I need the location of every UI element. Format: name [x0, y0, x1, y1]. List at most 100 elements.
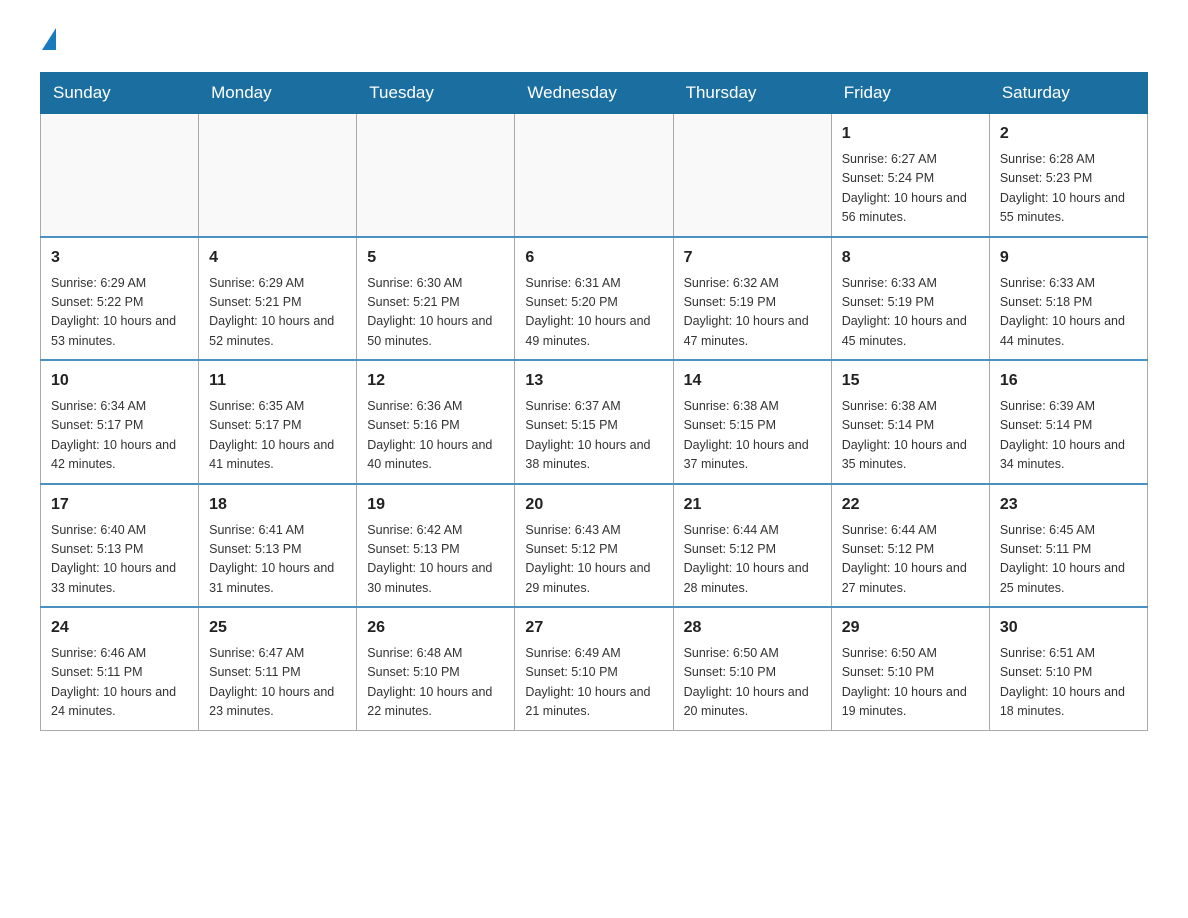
- day-number: 1: [842, 122, 979, 146]
- calendar-cell: [41, 114, 199, 237]
- day-info: Sunrise: 6:45 AMSunset: 5:11 PMDaylight:…: [1000, 521, 1137, 599]
- day-number: 19: [367, 493, 504, 517]
- calendar-cell: 13 Sunrise: 6:37 AMSunset: 5:15 PMDayligh…: [515, 360, 673, 484]
- calendar-cell: 29Sunrise: 6:50 AMSunset: 5:10 PMDayligh…: [831, 607, 989, 730]
- day-info: Sunrise: 6:27 AMSunset: 5:24 PMDaylight:…: [842, 150, 979, 228]
- day-info: Sunrise: 6:35 AMSunset: 5:17 PMDaylight:…: [209, 397, 346, 475]
- day-number: 21: [684, 493, 821, 517]
- calendar-week-row: 1 Sunrise: 6:27 AMSunset: 5:24 PMDaylight…: [41, 114, 1148, 237]
- day-number: 11: [209, 369, 346, 393]
- calendar-cell: 28 Sunrise: 6:50 AMSunset: 5:10 PMDayligh…: [673, 607, 831, 730]
- calendar-week-row: 17 Sunrise: 6:40 AMSunset: 5:13 PMDayligh…: [41, 484, 1148, 608]
- calendar-cell: 25 Sunrise: 6:47 AMSunset: 5:11 PMDayligh…: [199, 607, 357, 730]
- logo: [40, 30, 56, 52]
- calendar-cell: 2 Sunrise: 6:28 AMSunset: 5:23 PMDaylight…: [989, 114, 1147, 237]
- calendar-cell: 7 Sunrise: 6:32 AMSunset: 5:19 PMDaylight…: [673, 237, 831, 361]
- day-number: 22: [842, 493, 979, 517]
- day-number: 15: [842, 369, 979, 393]
- day-info: Sunrise: 6:49 AMSunset: 5:10 PMDaylight:…: [525, 644, 662, 722]
- weekday-header-sunday: Sunday: [41, 73, 199, 114]
- day-number: 14: [684, 369, 821, 393]
- day-info: Sunrise: 6:32 AMSunset: 5:19 PMDaylight:…: [684, 274, 821, 352]
- calendar-cell: [673, 114, 831, 237]
- day-info: Sunrise: 6:36 AMSunset: 5:16 PMDaylight:…: [367, 397, 504, 475]
- day-number: 10: [51, 369, 188, 393]
- calendar-cell: 8 Sunrise: 6:33 AMSunset: 5:19 PMDaylight…: [831, 237, 989, 361]
- day-info: Sunrise: 6:47 AMSunset: 5:11 PMDaylight:…: [209, 644, 346, 722]
- calendar-week-row: 3 Sunrise: 6:29 AMSunset: 5:22 PMDaylight…: [41, 237, 1148, 361]
- day-number: 8: [842, 246, 979, 270]
- weekday-header-wednesday: Wednesday: [515, 73, 673, 114]
- logo-triangle-icon: [42, 28, 56, 50]
- day-info: Sunrise: 6:44 AMSunset: 5:12 PMDaylight:…: [684, 521, 821, 599]
- calendar-cell: 24 Sunrise: 6:46 AMSunset: 5:11 PMDayligh…: [41, 607, 199, 730]
- day-info: Sunrise: 6:29 AMSunset: 5:21 PMDaylight:…: [209, 274, 346, 352]
- weekday-header-saturday: Saturday: [989, 73, 1147, 114]
- day-info: Sunrise: 6:39 AMSunset: 5:14 PMDaylight:…: [1000, 397, 1137, 475]
- calendar-cell: 19Sunrise: 6:42 AMSunset: 5:13 PMDayligh…: [357, 484, 515, 608]
- calendar-cell: 5Sunrise: 6:30 AMSunset: 5:21 PMDaylight…: [357, 237, 515, 361]
- calendar-table: SundayMondayTuesdayWednesdayThursdayFrid…: [40, 72, 1148, 731]
- calendar-cell: 26 Sunrise: 6:48 AMSunset: 5:10 PMDayligh…: [357, 607, 515, 730]
- day-number: 12: [367, 369, 504, 393]
- day-number: 3: [51, 246, 188, 270]
- calendar-cell: 11 Sunrise: 6:35 AMSunset: 5:17 PMDayligh…: [199, 360, 357, 484]
- calendar-cell: 21 Sunrise: 6:44 AMSunset: 5:12 PMDayligh…: [673, 484, 831, 608]
- calendar-week-row: 10 Sunrise: 6:34 AMSunset: 5:17 PMDayligh…: [41, 360, 1148, 484]
- day-number: 23: [1000, 493, 1137, 517]
- calendar-cell: 27Sunrise: 6:49 AMSunset: 5:10 PMDayligh…: [515, 607, 673, 730]
- weekday-header-friday: Friday: [831, 73, 989, 114]
- day-info: Sunrise: 6:28 AMSunset: 5:23 PMDaylight:…: [1000, 150, 1137, 228]
- weekday-header-row: SundayMondayTuesdayWednesdayThursdayFrid…: [41, 73, 1148, 114]
- calendar-cell: 23 Sunrise: 6:45 AMSunset: 5:11 PMDayligh…: [989, 484, 1147, 608]
- calendar-cell: 20Sunrise: 6:43 AMSunset: 5:12 PMDayligh…: [515, 484, 673, 608]
- weekday-header-tuesday: Tuesday: [357, 73, 515, 114]
- day-info: Sunrise: 6:51 AMSunset: 5:10 PMDaylight:…: [1000, 644, 1137, 722]
- calendar-cell: 6Sunrise: 6:31 AMSunset: 5:20 PMDaylight…: [515, 237, 673, 361]
- day-info: Sunrise: 6:44 AMSunset: 5:12 PMDaylight:…: [842, 521, 979, 599]
- calendar-cell: 10 Sunrise: 6:34 AMSunset: 5:17 PMDayligh…: [41, 360, 199, 484]
- day-number: 13: [525, 369, 662, 393]
- day-number: 2: [1000, 122, 1137, 146]
- day-number: 17: [51, 493, 188, 517]
- calendar-cell: [357, 114, 515, 237]
- day-info: Sunrise: 6:29 AMSunset: 5:22 PMDaylight:…: [51, 274, 188, 352]
- calendar-cell: 16 Sunrise: 6:39 AMSunset: 5:14 PMDayligh…: [989, 360, 1147, 484]
- day-info: Sunrise: 6:43 AMSunset: 5:12 PMDaylight:…: [525, 521, 662, 599]
- day-info: Sunrise: 6:48 AMSunset: 5:10 PMDaylight:…: [367, 644, 504, 722]
- calendar-cell: 3 Sunrise: 6:29 AMSunset: 5:22 PMDaylight…: [41, 237, 199, 361]
- day-info: Sunrise: 6:40 AMSunset: 5:13 PMDaylight:…: [51, 521, 188, 599]
- day-number: 30: [1000, 616, 1137, 640]
- day-number: 28: [684, 616, 821, 640]
- day-number: 5: [367, 246, 504, 270]
- day-info: Sunrise: 6:38 AMSunset: 5:15 PMDaylight:…: [684, 397, 821, 475]
- day-number: 24: [51, 616, 188, 640]
- day-number: 6: [525, 246, 662, 270]
- calendar-cell: 12 Sunrise: 6:36 AMSunset: 5:16 PMDayligh…: [357, 360, 515, 484]
- day-number: 18: [209, 493, 346, 517]
- day-number: 16: [1000, 369, 1137, 393]
- day-number: 9: [1000, 246, 1137, 270]
- day-number: 4: [209, 246, 346, 270]
- calendar-cell: 9 Sunrise: 6:33 AMSunset: 5:18 PMDaylight…: [989, 237, 1147, 361]
- weekday-header-monday: Monday: [199, 73, 357, 114]
- calendar-cell: 15Sunrise: 6:38 AMSunset: 5:14 PMDayligh…: [831, 360, 989, 484]
- day-info: Sunrise: 6:50 AMSunset: 5:10 PMDaylight:…: [684, 644, 821, 722]
- calendar-cell: 22 Sunrise: 6:44 AMSunset: 5:12 PMDayligh…: [831, 484, 989, 608]
- page-header: [40, 30, 1148, 52]
- day-info: Sunrise: 6:46 AMSunset: 5:11 PMDaylight:…: [51, 644, 188, 722]
- calendar-cell: 14 Sunrise: 6:38 AMSunset: 5:15 PMDayligh…: [673, 360, 831, 484]
- day-info: Sunrise: 6:33 AMSunset: 5:18 PMDaylight:…: [1000, 274, 1137, 352]
- day-info: Sunrise: 6:33 AMSunset: 5:19 PMDaylight:…: [842, 274, 979, 352]
- day-number: 26: [367, 616, 504, 640]
- calendar-cell: [515, 114, 673, 237]
- day-number: 7: [684, 246, 821, 270]
- day-info: Sunrise: 6:34 AMSunset: 5:17 PMDaylight:…: [51, 397, 188, 475]
- weekday-header-thursday: Thursday: [673, 73, 831, 114]
- day-info: Sunrise: 6:37 AMSunset: 5:15 PMDaylight:…: [525, 397, 662, 475]
- calendar-week-row: 24 Sunrise: 6:46 AMSunset: 5:11 PMDayligh…: [41, 607, 1148, 730]
- calendar-cell: [199, 114, 357, 237]
- day-info: Sunrise: 6:50 AMSunset: 5:10 PMDaylight:…: [842, 644, 979, 722]
- day-number: 25: [209, 616, 346, 640]
- calendar-cell: 30 Sunrise: 6:51 AMSunset: 5:10 PMDayligh…: [989, 607, 1147, 730]
